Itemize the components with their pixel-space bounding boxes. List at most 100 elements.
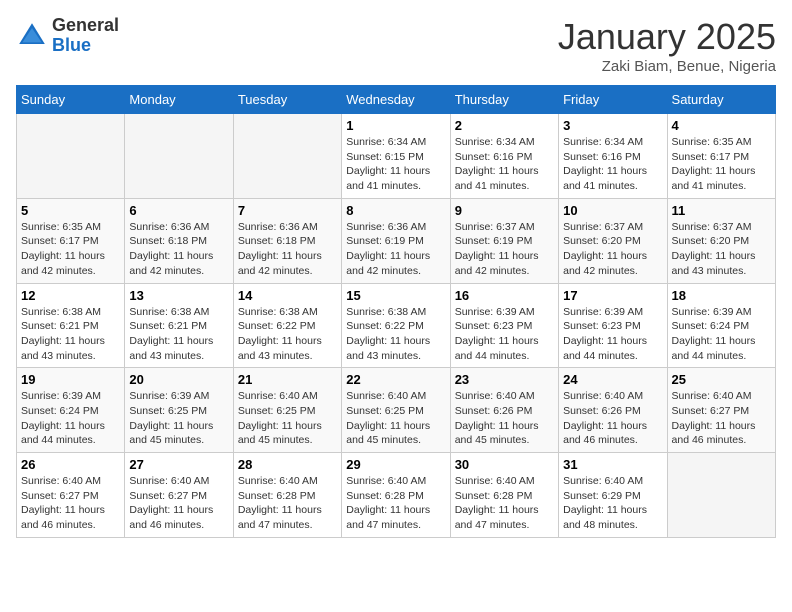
calendar-cell: 4 Sunrise: 6:35 AMSunset: 6:17 PMDaylight… (667, 114, 775, 199)
calendar-cell: 15Sunrise: 6:38 AMSunset: 6:22 PMDayligh… (342, 283, 450, 368)
weekday-header-friday: Friday (559, 86, 667, 114)
day-number: 24 (563, 372, 662, 387)
calendar-cell: 31 Sunrise: 6:40 AMSunset: 6:29 PMDayligh… (559, 453, 667, 538)
logo: General Blue (16, 16, 119, 56)
calendar-cell: 13 Sunrise: 6:38 AMSunset: 6:21 PMDayligh… (125, 283, 233, 368)
weekday-header-wednesday: Wednesday (342, 86, 450, 114)
weekday-header-row: SundayMondayTuesdayWednesdayThursdayFrid… (17, 86, 776, 114)
day-number: 2 (455, 118, 554, 133)
day-info: Sunrise: 6:37 AMSunset: 6:20 PMDaylight:… (672, 220, 771, 279)
weekday-header-monday: Monday (125, 86, 233, 114)
calendar-cell: 18 Sunrise: 6:39 AMSunset: 6:24 PMDayligh… (667, 283, 775, 368)
day-number: 7 (238, 203, 337, 218)
location-subtitle: Zaki Biam, Benue, Nigeria (558, 58, 776, 75)
calendar-cell: 21Sunrise: 6:40 AMSunset: 6:25 PMDayligh… (233, 368, 341, 453)
day-number: 30 (455, 457, 554, 472)
calendar-week-row: 5 Sunrise: 6:35 AMSunset: 6:17 PMDaylight… (17, 198, 776, 283)
day-info: Sunrise: 6:40 AMSunset: 6:25 PMDaylight:… (238, 389, 337, 448)
day-number: 5 (21, 203, 120, 218)
day-number: 27 (129, 457, 228, 472)
day-number: 12 (21, 288, 120, 303)
day-number: 10 (563, 203, 662, 218)
day-info: Sunrise: 6:40 AMSunset: 6:28 PMDaylight:… (238, 474, 337, 533)
day-info: Sunrise: 6:38 AMSunset: 6:21 PMDaylight:… (129, 305, 228, 364)
day-number: 11 (672, 203, 771, 218)
day-number: 13 (129, 288, 228, 303)
day-info: Sunrise: 6:39 AMSunset: 6:24 PMDaylight:… (21, 389, 120, 448)
day-number: 14 (238, 288, 337, 303)
day-info: Sunrise: 6:40 AMSunset: 6:26 PMDaylight:… (563, 389, 662, 448)
day-number: 25 (672, 372, 771, 387)
logo-text: General Blue (52, 16, 119, 56)
calendar-cell (233, 114, 341, 199)
day-number: 26 (21, 457, 120, 472)
day-number: 1 (346, 118, 445, 133)
day-number: 28 (238, 457, 337, 472)
day-number: 18 (672, 288, 771, 303)
title-block: January 2025 Zaki Biam, Benue, Nigeria (558, 16, 776, 75)
day-info: Sunrise: 6:40 AMSunset: 6:29 PMDaylight:… (563, 474, 662, 533)
calendar-cell: 16Sunrise: 6:39 AMSunset: 6:23 PMDayligh… (450, 283, 558, 368)
day-number: 20 (129, 372, 228, 387)
calendar-week-row: 1 Sunrise: 6:34 AMSunset: 6:15 PMDaylight… (17, 114, 776, 199)
calendar-cell: 1 Sunrise: 6:34 AMSunset: 6:15 PMDaylight… (342, 114, 450, 199)
day-info: Sunrise: 6:40 AMSunset: 6:27 PMDaylight:… (21, 474, 120, 533)
day-info: Sunrise: 6:35 AMSunset: 6:17 PMDaylight:… (672, 135, 771, 194)
calendar-cell (17, 114, 125, 199)
page-header: General Blue January 2025 Zaki Biam, Ben… (16, 16, 776, 75)
calendar-cell: 3 Sunrise: 6:34 AMSunset: 6:16 PMDaylight… (559, 114, 667, 199)
calendar-cell: 26 Sunrise: 6:40 AMSunset: 6:27 PMDayligh… (17, 453, 125, 538)
logo-blue-text: Blue (52, 36, 119, 56)
calendar-cell: 7 Sunrise: 6:36 AMSunset: 6:18 PMDaylight… (233, 198, 341, 283)
calendar-cell: 11 Sunrise: 6:37 AMSunset: 6:20 PMDayligh… (667, 198, 775, 283)
calendar-cell: 5 Sunrise: 6:35 AMSunset: 6:17 PMDaylight… (17, 198, 125, 283)
logo-icon (16, 20, 48, 52)
day-info: Sunrise: 6:34 AMSunset: 6:16 PMDaylight:… (455, 135, 554, 194)
calendar-cell: 20Sunrise: 6:39 AMSunset: 6:25 PMDayligh… (125, 368, 233, 453)
day-number: 6 (129, 203, 228, 218)
weekday-header-tuesday: Tuesday (233, 86, 341, 114)
calendar-cell (125, 114, 233, 199)
day-number: 29 (346, 457, 445, 472)
calendar-week-row: 12 Sunrise: 6:38 AMSunset: 6:21 PMDayligh… (17, 283, 776, 368)
calendar-week-row: 26 Sunrise: 6:40 AMSunset: 6:27 PMDayligh… (17, 453, 776, 538)
weekday-header-saturday: Saturday (667, 86, 775, 114)
day-info: Sunrise: 6:40 AMSunset: 6:27 PMDaylight:… (129, 474, 228, 533)
calendar-cell: 25 Sunrise: 6:40 AMSunset: 6:27 PMDayligh… (667, 368, 775, 453)
day-number: 23 (455, 372, 554, 387)
weekday-header-sunday: Sunday (17, 86, 125, 114)
day-number: 4 (672, 118, 771, 133)
calendar-cell: 19 Sunrise: 6:39 AMSunset: 6:24 PMDayligh… (17, 368, 125, 453)
calendar-cell: 27 Sunrise: 6:40 AMSunset: 6:27 PMDayligh… (125, 453, 233, 538)
weekday-header-thursday: Thursday (450, 86, 558, 114)
calendar-cell: 24 Sunrise: 6:40 AMSunset: 6:26 PMDayligh… (559, 368, 667, 453)
day-info: Sunrise: 6:35 AMSunset: 6:17 PMDaylight:… (21, 220, 120, 279)
day-number: 31 (563, 457, 662, 472)
calendar-cell: 8Sunrise: 6:36 AMSunset: 6:19 PMDaylight… (342, 198, 450, 283)
day-number: 3 (563, 118, 662, 133)
calendar-cell: 17Sunrise: 6:39 AMSunset: 6:23 PMDayligh… (559, 283, 667, 368)
calendar-week-row: 19 Sunrise: 6:39 AMSunset: 6:24 PMDayligh… (17, 368, 776, 453)
calendar-cell: 6 Sunrise: 6:36 AMSunset: 6:18 PMDaylight… (125, 198, 233, 283)
day-info: Sunrise: 6:40 AMSunset: 6:27 PMDaylight:… (672, 389, 771, 448)
logo-general-text: General (52, 16, 119, 36)
calendar-cell: 14 Sunrise: 6:38 AMSunset: 6:22 PMDayligh… (233, 283, 341, 368)
day-info: Sunrise: 6:36 AMSunset: 6:18 PMDaylight:… (129, 220, 228, 279)
day-info: Sunrise: 6:38 AMSunset: 6:22 PMDaylight:… (346, 305, 445, 364)
calendar-cell (667, 453, 775, 538)
calendar-cell: 12Sunrise: 6:38 AMSunset: 6:21 PMDayligh… (17, 283, 125, 368)
day-number: 19 (21, 372, 120, 387)
day-info: Sunrise: 6:34 AMSunset: 6:16 PMDaylight:… (563, 135, 662, 194)
day-number: 16 (455, 288, 554, 303)
calendar-table: SundayMondayTuesdayWednesdayThursdayFrid… (16, 85, 776, 538)
day-info: Sunrise: 6:38 AMSunset: 6:22 PMDaylight:… (238, 305, 337, 364)
day-number: 17 (563, 288, 662, 303)
day-info: Sunrise: 6:40 AMSunset: 6:26 PMDaylight:… (455, 389, 554, 448)
day-info: Sunrise: 6:40 AMSunset: 6:25 PMDaylight:… (346, 389, 445, 448)
day-info: Sunrise: 6:34 AMSunset: 6:15 PMDaylight:… (346, 135, 445, 194)
calendar-cell: 28 Sunrise: 6:40 AMSunset: 6:28 PMDayligh… (233, 453, 341, 538)
day-info: Sunrise: 6:40 AMSunset: 6:28 PMDaylight:… (346, 474, 445, 533)
calendar-cell: 9Sunrise: 6:37 AMSunset: 6:19 PMDaylight… (450, 198, 558, 283)
day-info: Sunrise: 6:39 AMSunset: 6:24 PMDaylight:… (672, 305, 771, 364)
day-info: Sunrise: 6:36 AMSunset: 6:18 PMDaylight:… (238, 220, 337, 279)
